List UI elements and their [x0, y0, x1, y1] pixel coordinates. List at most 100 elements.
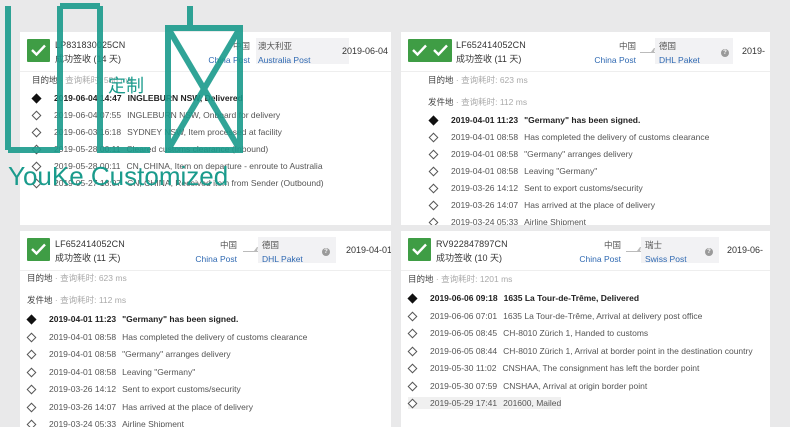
last-update-date: 2019-	[742, 46, 766, 56]
event-description: CH-8010 Zürich 1, Handed to customs	[503, 328, 649, 338]
divider	[20, 270, 391, 271]
event-row: 2019-05-30 11:02 CNSHAA, The consignment …	[407, 362, 700, 374]
event-description: 1635 La Tour-de-Trême, Delivered	[503, 293, 640, 303]
destination-query-time: 目的地 · 查询耗时: 623 ms	[428, 75, 528, 85]
delivery-status: 成功签收 (10 天)	[436, 253, 503, 263]
event-row: 2019-04-01 08:58 Leaving "Germany"	[26, 366, 196, 378]
timeline-diamond-icon	[407, 363, 418, 374]
help-icon[interactable]: ?	[705, 248, 713, 256]
event-time: 2019-04-01 11:23	[49, 314, 117, 324]
destination-country: 瑞士	[645, 240, 663, 250]
timeline-diamond-icon	[428, 200, 439, 211]
event-time: 2019-05-30 07:59	[430, 380, 498, 391]
destination-carrier: 德国 DHL Paket ?	[655, 38, 733, 65]
timeline-diamond-icon	[407, 346, 418, 356]
card-header: LF652414052CN 成功签收 (11 天) 中国 China Post 德…	[20, 231, 391, 269]
event-time: 2019-04-01 08:58	[49, 331, 117, 342]
divider	[401, 270, 770, 271]
event-row: 2019-04-01 11:23 "Germany" has been signe…	[428, 114, 641, 126]
help-icon[interactable]: ?	[322, 248, 330, 256]
event-description: Has completed the delivery of customs cl…	[122, 331, 308, 342]
origin-country: 中国	[603, 240, 621, 250]
timeline-diamond-icon	[407, 328, 418, 339]
origin-carrier: 中国 China Post	[185, 237, 237, 265]
destination-carrier-link[interactable]: Australia Post	[258, 55, 310, 65]
timeline-diamond-icon	[407, 381, 418, 391]
tracking-card-4[interactable]: RV922847897CN 成功签收 (10 天) 中国 China Post 瑞…	[401, 231, 770, 427]
tracking-number[interactable]: LF652414052CN	[55, 239, 125, 249]
origin-carrier-link[interactable]: China Post	[594, 55, 636, 65]
origin-country: 中国	[618, 41, 636, 51]
origin-carrier: 中国 China Post	[586, 38, 636, 66]
event-time: 2019-03-26 14:07	[49, 401, 117, 412]
event-time: 2019-06-05 08:44	[430, 345, 498, 356]
destination-country: 德国	[659, 41, 677, 51]
event-description: "Germany" arranges delivery	[122, 349, 231, 359]
timeline-diamond-icon	[26, 314, 37, 325]
destination-carrier: 瑞士 Swiss Post ?	[641, 237, 719, 264]
timeline-diamond-icon	[26, 402, 37, 412]
event-row: 2019-04-01 08:58 Has completed the delive…	[428, 131, 710, 143]
last-update-date: 2019-06-04	[342, 46, 389, 56]
tracking-number[interactable]: RV922847897CN	[436, 239, 508, 249]
event-time: 2019-04-01 08:58	[451, 132, 519, 142]
delivery-status: 成功签收 (11 天)	[456, 54, 522, 64]
event-description: Has arrived at the place of delivery	[524, 200, 655, 210]
event-row: 2019-04-01 11:23 "Germany" has been signe…	[26, 313, 238, 325]
destination-carrier-link[interactable]: DHL Paket	[262, 254, 303, 264]
event-description: Has arrived at the place of delivery	[122, 401, 253, 412]
event-row: 2019-03-26 14:12 Sent to export customs/s…	[26, 383, 241, 395]
card-header: RV922847897CN 成功签收 (10 天) 中国 China Post 瑞…	[401, 231, 770, 269]
event-row: 2019-06-06 07:01 1635 La Tour-de-Trême, A…	[407, 310, 703, 322]
timeline-diamond-icon	[26, 332, 37, 342]
event-description: Leaving "Germany"	[122, 366, 196, 377]
origin-carrier: 中国 China Post	[571, 237, 621, 265]
timeline-diamond-icon	[428, 217, 439, 225]
event-time: 2019-04-01 08:58	[49, 366, 117, 377]
event-description: CNSHAA, The consignment has left the bor…	[502, 363, 700, 373]
event-description: "Germany" arranges delivery	[524, 149, 633, 159]
success-check-icon-box	[429, 39, 452, 62]
destination-query-time: 目的地 · 查询耗时: 1201 ms	[408, 274, 513, 284]
success-check-icon	[27, 238, 50, 261]
tracking-number[interactable]: LF652414052CN	[456, 40, 526, 50]
destination-carrier: 德国 DHL Paket ?	[258, 237, 336, 264]
event-row: 2019-05-29 17:41 201600, Mailed	[407, 397, 562, 409]
last-update-date: 2019-04-01	[346, 245, 391, 255]
destination-carrier-link[interactable]: DHL Paket	[659, 55, 700, 65]
timeline-diamond-icon	[428, 166, 439, 177]
event-description: 1635 La Tour-de-Trême, Arrival at delive…	[503, 310, 703, 321]
origin-carrier-link[interactable]: China Post	[579, 254, 621, 264]
event-time: 2019-04-01 08:58	[451, 149, 519, 159]
event-time: 2019-03-24 05:33	[451, 217, 519, 225]
event-time: 2019-04-01 08:58	[451, 166, 519, 176]
event-row: 2019-06-05 08:45 CH-8010 Zürich 1, Handed…	[407, 327, 649, 339]
event-time: 2019-06-05 08:45	[430, 328, 498, 338]
tracking-card-2[interactable]: LF652414052CN 成功签收 (11 天) 中国 China Post 德…	[401, 32, 770, 225]
dispatch-query-time: 发件地 · 查询耗时: 112 ms	[27, 295, 127, 305]
event-description: Sent to export customs/security	[122, 384, 241, 394]
timeline-diamond-icon	[407, 311, 418, 321]
event-description: Has completed the delivery of customs cl…	[524, 132, 710, 142]
event-description: 201600, Mailed	[503, 398, 562, 408]
youke-watermark-logo: 定制 YouKe Customized	[5, 3, 243, 191]
destination-carrier: 澳大利亚 Australia Post	[256, 38, 349, 65]
event-description: CNSHAA, Arrival at origin border point	[503, 380, 648, 391]
event-row: 2019-04-01 08:58 Has completed the delive…	[26, 331, 308, 343]
event-time: 2019-03-26 14:07	[451, 200, 519, 210]
timeline-diamond-icon	[428, 183, 439, 194]
event-time: 2019-03-26 14:12	[49, 384, 117, 394]
origin-carrier-link[interactable]: China Post	[195, 254, 237, 264]
help-icon[interactable]: ?	[721, 49, 729, 57]
destination-carrier-link[interactable]: Swiss Post	[645, 254, 687, 264]
delivery-status: 成功签收 (11 天)	[55, 253, 121, 263]
destination-country: 澳大利亚	[258, 41, 293, 51]
last-update-date: 2019-06-	[727, 245, 764, 255]
tracking-card-3[interactable]: LF652414052CN 成功签收 (11 天) 中国 China Post 德…	[20, 231, 391, 427]
event-time: 2019-06-06 07:01	[430, 310, 498, 321]
event-description: "Germany" has been signed.	[524, 115, 641, 125]
event-time: 2019-06-06 09:18	[430, 293, 498, 303]
event-time: 2019-03-26 14:12	[451, 183, 519, 193]
event-row: 2019-03-24 05:33 Airline Shipment	[26, 418, 184, 427]
success-check-icon	[408, 39, 431, 62]
